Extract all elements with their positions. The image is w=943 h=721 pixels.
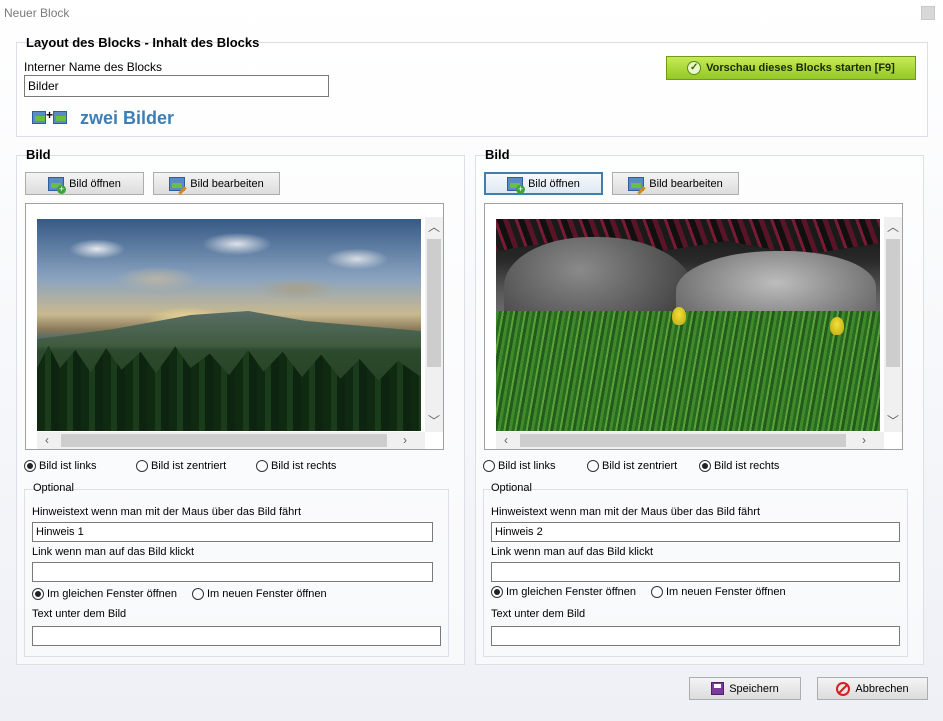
preview-button[interactable]: ✓ Vorschau dieses Blocks starten [F9]	[666, 56, 916, 80]
right-horizontal-scrollbar[interactable]: ‹ ›	[496, 432, 884, 449]
left-align-center-label: Bild ist zentriert	[151, 460, 227, 472]
right-align-left-radio[interactable]	[483, 460, 495, 472]
right-align-center-label: Bild ist zentriert	[602, 460, 678, 472]
left-edit-image-button[interactable]: Bild bearbeiten	[153, 172, 280, 195]
save-button-label: Speichern	[729, 682, 779, 695]
image-edit-icon	[628, 176, 645, 191]
right-edit-image-label: Bild bearbeiten	[649, 177, 723, 190]
left-link-input[interactable]	[32, 562, 433, 582]
right-hint-input[interactable]	[491, 522, 900, 542]
right-new-window-label: Im neuen Fenster öffnen	[666, 586, 786, 598]
left-scroll-right-icon[interactable]: ›	[399, 434, 411, 446]
right-new-window-radio[interactable]	[651, 586, 663, 598]
left-caption-input[interactable]	[32, 626, 441, 646]
left-link-label: Link wenn man auf das Bild klickt	[32, 546, 195, 558]
left-align-center-radio[interactable]	[136, 460, 148, 472]
left-edit-image-label: Bild bearbeiten	[190, 177, 264, 190]
right-image-viewer[interactable]: ︿ ﹀ ‹ ›	[484, 203, 903, 450]
right-optional-title: Optional	[491, 482, 532, 494]
right-image	[496, 219, 880, 431]
right-same-window-option[interactable]: Im gleichen Fenster öffnen	[491, 586, 636, 598]
right-same-window-label: Im gleichen Fenster öffnen	[506, 586, 637, 598]
right-open-image-label: Bild öffnen	[528, 177, 580, 190]
left-same-window-label: Im gleichen Fenster öffnen	[47, 588, 178, 600]
image-add-icon	[507, 176, 526, 194]
layout-type-label: zwei Bilder	[80, 108, 175, 128]
right-scroll-up-icon[interactable]: ︿	[887, 221, 899, 233]
right-link-label: Link wenn man auf das Bild klickt	[491, 546, 654, 558]
image-edit-icon	[169, 176, 186, 191]
right-caption-label: Text unter dem Bild	[491, 608, 586, 620]
right-scroll-right-icon[interactable]: ›	[858, 434, 870, 446]
window-close-button[interactable]	[921, 6, 935, 20]
left-same-window-option[interactable]: Im gleichen Fenster öffnen	[32, 588, 177, 600]
right-hscroll-thumb[interactable]	[520, 434, 846, 447]
cancel-button-label: Abbrechen	[855, 682, 909, 695]
left-new-window-label: Im neuen Fenster öffnen	[207, 588, 327, 600]
left-horizontal-scrollbar[interactable]: ‹ ›	[37, 432, 425, 449]
right-align-left-label: Bild ist links	[498, 460, 556, 472]
left-vscroll-thumb[interactable]	[427, 239, 441, 367]
left-align-right-label: Bild ist rechts	[271, 460, 337, 472]
right-scroll-left-icon[interactable]: ‹	[500, 434, 512, 446]
left-scroll-down-icon[interactable]: ﹀	[428, 415, 440, 427]
right-align-right-radio[interactable]	[699, 460, 711, 472]
left-same-window-radio[interactable]	[32, 588, 44, 600]
cancel-button[interactable]: Abbrechen	[817, 677, 928, 700]
two-images-icon: +	[32, 108, 68, 126]
left-align-left-radio[interactable]	[24, 460, 36, 472]
left-optional-title: Optional	[33, 482, 74, 494]
left-align-right-option[interactable]: Bild ist rechts	[256, 460, 336, 472]
window-title: Neuer Block	[4, 6, 70, 20]
right-vscroll-thumb[interactable]	[886, 239, 900, 367]
left-hscroll-thumb[interactable]	[61, 434, 387, 447]
internal-name-input[interactable]	[24, 75, 329, 97]
left-hint-label: Hinweistext wenn man mit der Maus über d…	[32, 506, 302, 518]
left-new-window-radio[interactable]	[192, 588, 204, 600]
left-scroll-up-icon[interactable]: ︿	[428, 221, 440, 233]
left-align-center-option[interactable]: Bild ist zentriert	[136, 460, 226, 472]
save-button[interactable]: Speichern	[689, 677, 801, 700]
preview-button-label: Vorschau dieses Blocks starten [F9]	[706, 62, 895, 74]
left-new-window-option[interactable]: Im neuen Fenster öffnen	[192, 588, 327, 600]
right-vertical-scrollbar[interactable]: ︿ ﹀	[884, 217, 902, 432]
left-hint-input[interactable]	[32, 522, 433, 542]
left-image	[37, 219, 421, 431]
no-entry-icon	[836, 681, 851, 696]
right-new-window-option[interactable]: Im neuen Fenster öffnen	[651, 586, 786, 598]
right-same-window-radio[interactable]	[491, 586, 503, 598]
left-open-image-button[interactable]: Bild öffnen	[25, 172, 144, 195]
left-vertical-scrollbar[interactable]: ︿ ﹀	[425, 217, 443, 432]
right-panel-title: Bild	[485, 147, 510, 162]
floppy-disk-icon	[711, 682, 725, 695]
right-open-image-button[interactable]: Bild öffnen	[484, 172, 603, 195]
left-align-right-radio[interactable]	[256, 460, 268, 472]
right-hint-label: Hinweistext wenn man mit der Maus über d…	[491, 506, 761, 518]
right-edit-image-button[interactable]: Bild bearbeiten	[612, 172, 739, 195]
left-align-left-option[interactable]: Bild ist links	[24, 460, 96, 472]
image-add-icon	[48, 176, 67, 194]
internal-name-label: Interner Name des Blocks	[24, 60, 163, 74]
layout-group-title: Layout des Blocks - Inhalt des Blocks	[26, 35, 260, 50]
check-circle-icon: ✓	[687, 61, 702, 75]
left-panel-title: Bild	[26, 147, 51, 162]
right-link-input[interactable]	[491, 562, 900, 582]
left-open-image-label: Bild öffnen	[69, 177, 121, 190]
right-caption-input[interactable]	[491, 626, 900, 646]
right-align-left-option[interactable]: Bild ist links	[483, 460, 555, 472]
right-align-right-label: Bild ist rechts	[714, 460, 780, 472]
right-align-right-option[interactable]: Bild ist rechts	[699, 460, 779, 472]
left-align-left-label: Bild ist links	[39, 460, 97, 472]
right-align-center-option[interactable]: Bild ist zentriert	[587, 460, 677, 472]
right-scroll-down-icon[interactable]: ﹀	[887, 415, 899, 427]
left-caption-label: Text unter dem Bild	[32, 608, 127, 620]
left-scroll-left-icon[interactable]: ‹	[41, 434, 53, 446]
left-image-viewer[interactable]: ︿ ﹀ ‹ ›	[25, 203, 444, 450]
right-align-center-radio[interactable]	[587, 460, 599, 472]
